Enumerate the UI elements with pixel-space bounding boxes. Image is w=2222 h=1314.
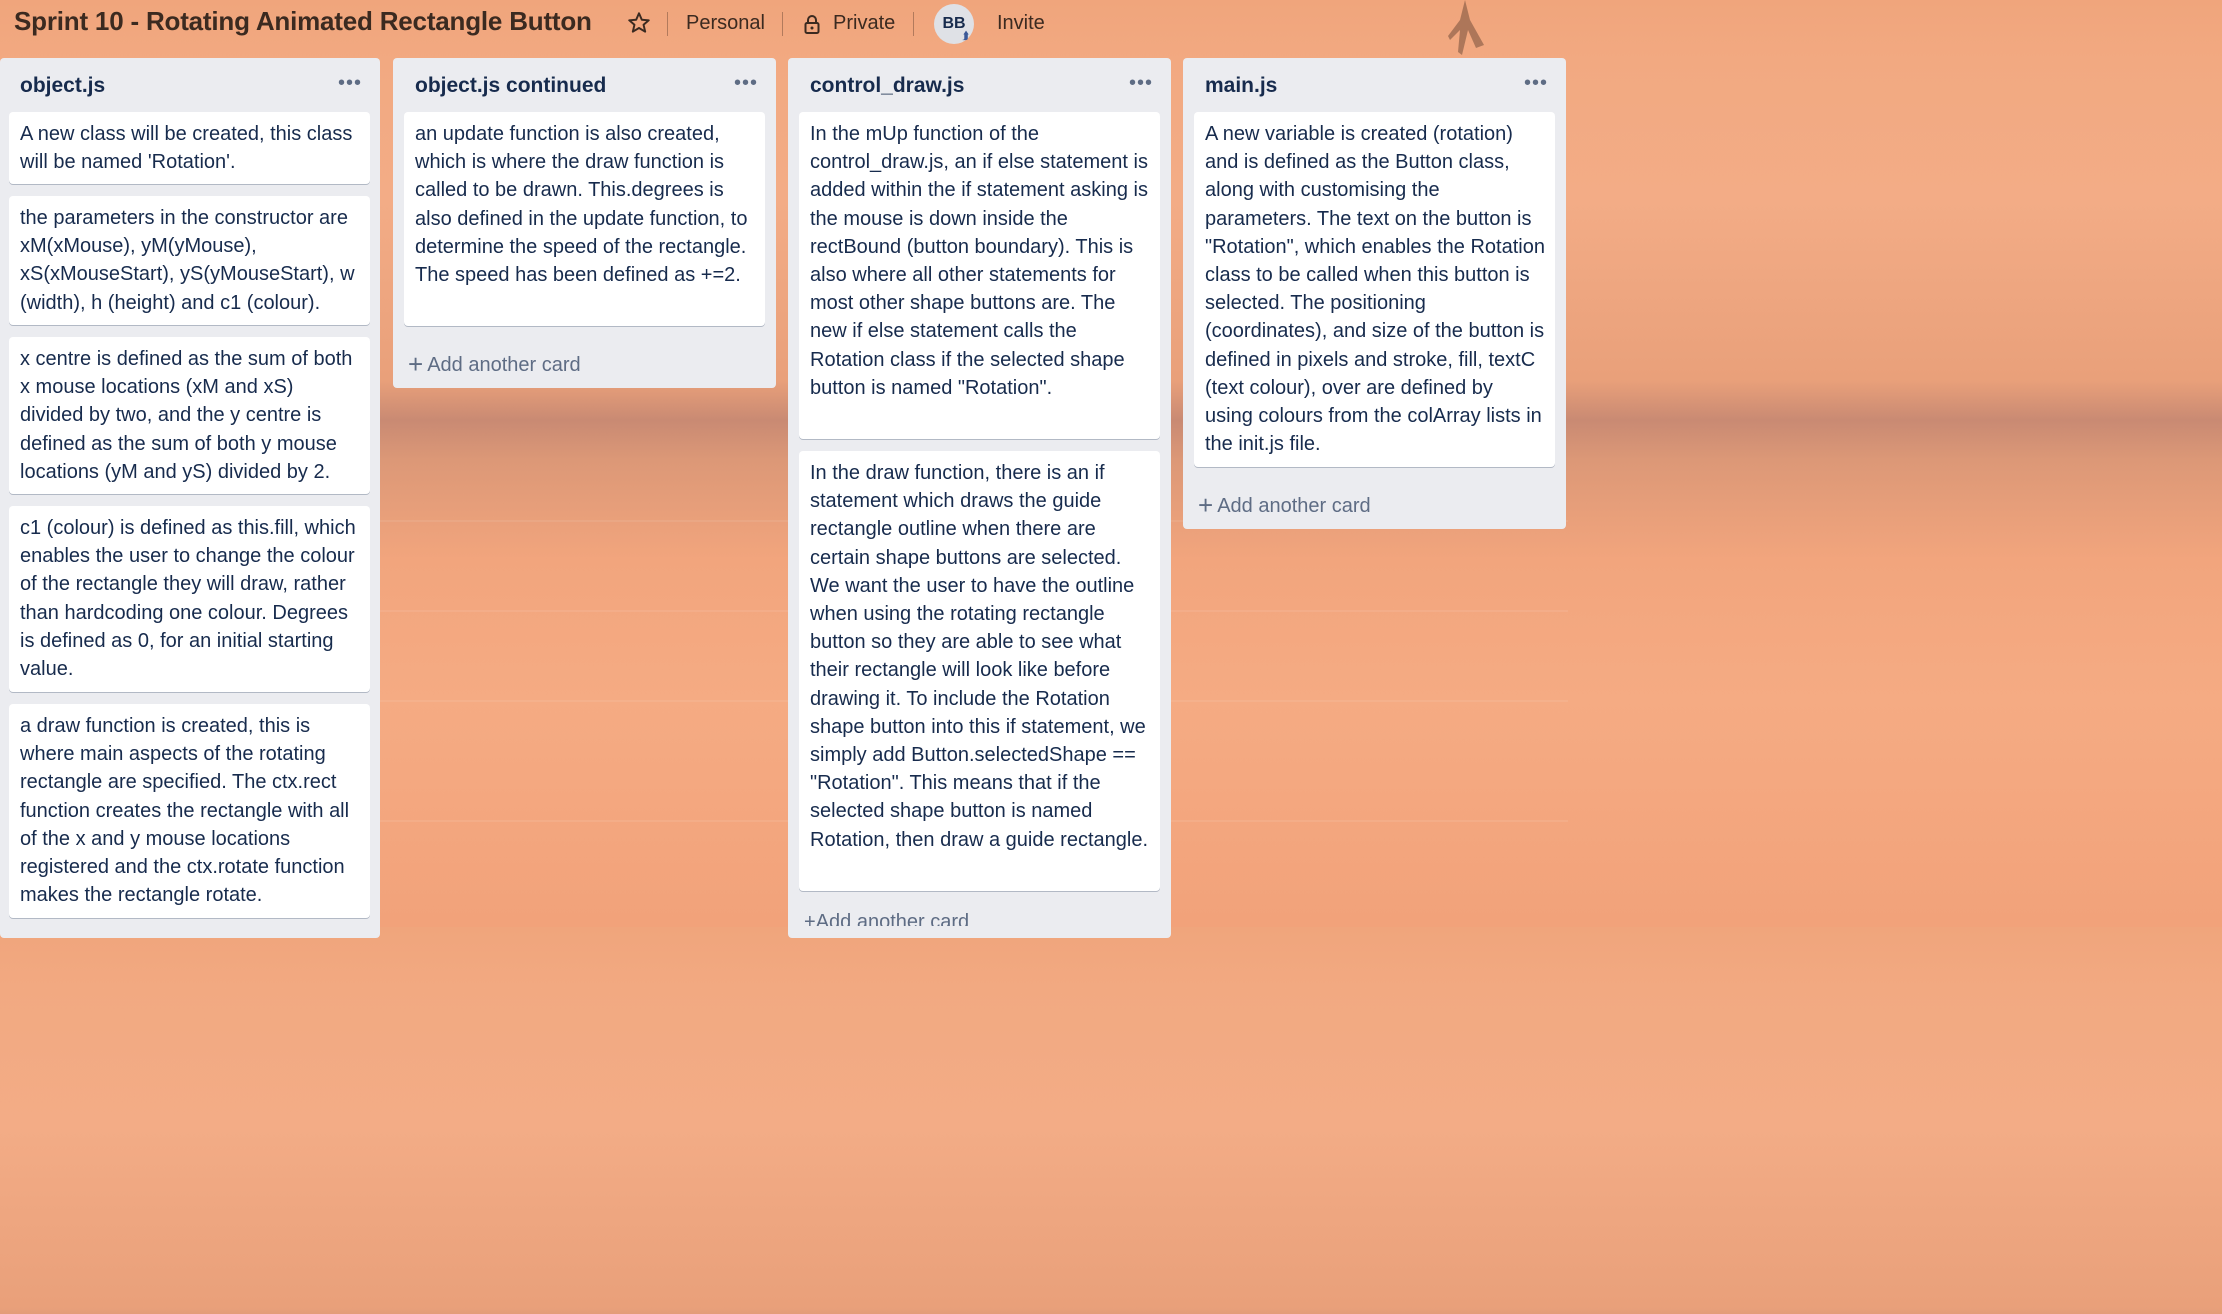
list-title[interactable]: object.js [20, 74, 105, 98]
star-icon[interactable] [626, 10, 652, 36]
add-card-label: Add another card [1217, 495, 1371, 517]
list-title[interactable]: main.js [1205, 74, 1277, 98]
list-card[interactable]: the parameters in the constructor are xM… [9, 196, 370, 325]
header-divider [913, 12, 914, 36]
add-card-button[interactable]: +Add another card [1198, 490, 1371, 521]
list-header: main.js ••• [1183, 58, 1566, 112]
privacy-button[interactable]: Private [833, 12, 895, 35]
ellipsis-icon[interactable]: ••• [338, 72, 362, 95]
list-card[interactable]: In the mUp function of the control_draw.… [799, 112, 1160, 439]
list-card[interactable]: an update function is also created, whic… [404, 112, 765, 326]
team-visibility-button[interactable]: Personal [686, 12, 765, 35]
list-card[interactable]: A new class will be created, this class … [9, 112, 370, 184]
board-title[interactable]: Sprint 10 - Rotating Animated Rectangle … [14, 6, 592, 37]
list-card[interactable]: A new variable is created (rotation) and… [1194, 112, 1555, 467]
ellipsis-icon[interactable]: ••• [1524, 72, 1548, 95]
list-title[interactable]: object.js continued [415, 74, 606, 98]
list-header: control_draw.js ••• [788, 58, 1171, 112]
list-title[interactable]: control_draw.js [810, 74, 964, 98]
list-card[interactable]: a draw function is created, this is wher… [9, 704, 370, 918]
ellipsis-icon[interactable]: ••• [734, 72, 758, 95]
board-header: Sprint 10 - Rotating Animated Rectangle … [0, 0, 1568, 48]
header-divider [667, 12, 668, 36]
list-card[interactable]: x centre is defined as the sum of both x… [9, 337, 370, 494]
plus-icon: + [1198, 490, 1214, 520]
lock-icon [804, 15, 820, 34]
add-card-button[interactable]: +Add another card [408, 349, 581, 380]
list-header: object.js ••• [0, 58, 380, 112]
invite-button[interactable]: Invite [997, 12, 1045, 35]
add-card-label: Add another card [427, 354, 581, 376]
ellipsis-icon[interactable]: ••• [1129, 72, 1153, 95]
list-header: object.js continued ••• [393, 58, 776, 112]
list-card[interactable]: c1 (colour) is defined as this.fill, whi… [9, 506, 370, 692]
admin-chevron-icon: ⮭ [962, 30, 970, 42]
plus-icon: + [408, 349, 424, 379]
list-card[interactable]: In the draw function, there is an if sta… [799, 451, 1160, 891]
header-divider [782, 12, 783, 36]
